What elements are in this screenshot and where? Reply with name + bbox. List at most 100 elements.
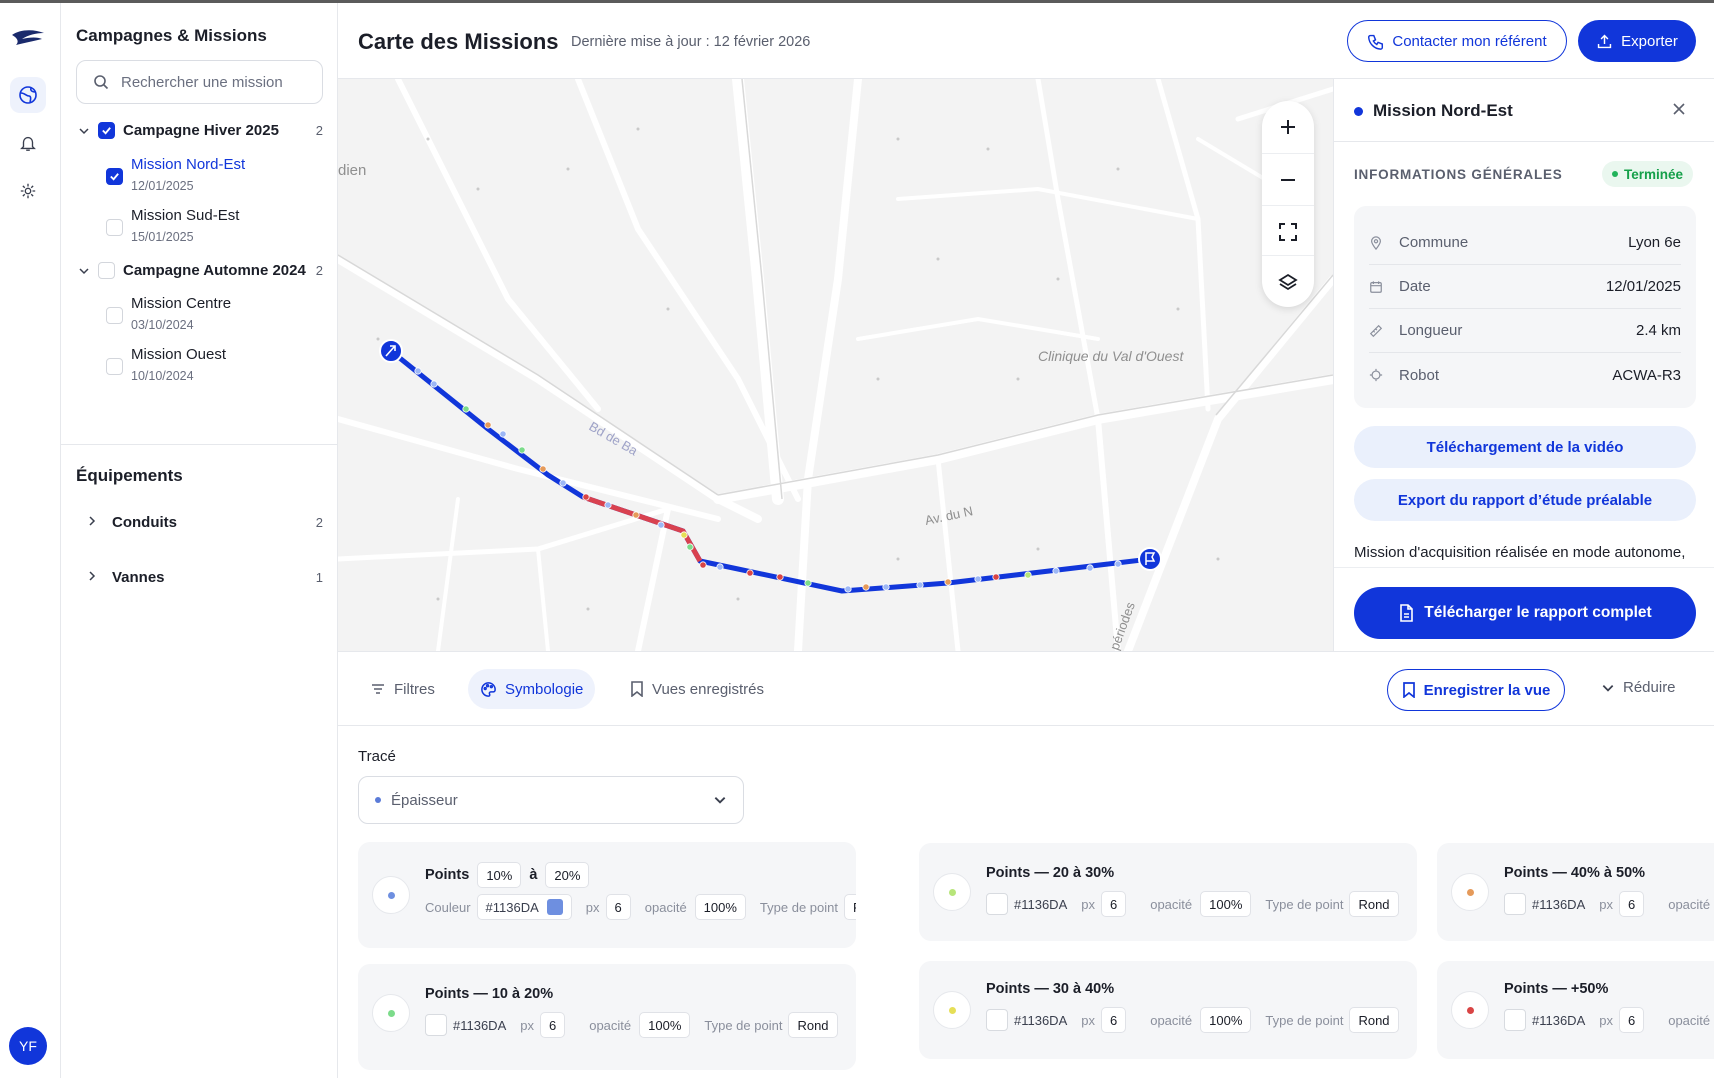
fullscreen-button[interactable] — [1262, 205, 1314, 257]
settings-nav-button[interactable] — [10, 173, 46, 209]
campaign-checkbox[interactable] — [98, 262, 115, 279]
tab-filtres[interactable]: Filtres — [358, 669, 447, 709]
px-input[interactable]: 6 — [1618, 1007, 1645, 1033]
px-input[interactable]: 6 — [605, 894, 631, 920]
download-full-report-label: Télécharger le rapport complet — [1424, 604, 1652, 621]
px-input[interactable]: 6 — [539, 1012, 566, 1038]
point-type-select[interactable]: Rond — [788, 1012, 838, 1038]
app-logo-icon[interactable] — [10, 25, 46, 51]
mission-item[interactable]: Mission Centre 03/10/2024 — [106, 295, 231, 332]
symbol-card: Points — 40% à 50% #1136DA px 6 opacité — [1437, 843, 1714, 941]
mission-checkbox[interactable] — [106, 168, 123, 185]
color-swatch[interactable] — [986, 893, 1008, 915]
opacity-input[interactable]: 100% — [1200, 891, 1252, 917]
notifications-nav-button[interactable] — [10, 125, 46, 161]
filter-icon — [372, 684, 384, 694]
zoom-out-button[interactable] — [1262, 153, 1314, 205]
equipment-count: 1 — [315, 570, 323, 585]
point-type-select[interactable]: Rond — [1349, 891, 1399, 917]
map-label: dien — [338, 162, 366, 179]
info-row-robot: Robot ACWA-R3 — [1369, 353, 1681, 397]
trace-label: Tracé — [358, 748, 396, 765]
campaign-checkbox[interactable] — [98, 122, 115, 139]
map-canvas[interactable]: dien Clinique du Val d'Ouest Av. du N Bd… — [338, 79, 1333, 651]
campaign-name: Campagne Hiver 2025 — [123, 122, 279, 139]
fullscreen-icon — [1279, 222, 1297, 241]
color-swatch[interactable] — [986, 1009, 1008, 1031]
color-swatch[interactable] — [1504, 1009, 1526, 1031]
equipment-item-conduits[interactable]: Conduits 2 — [86, 514, 323, 531]
symbol-card-fields: #1136DA px 6 opacité — [1504, 891, 1710, 917]
point-preview — [372, 876, 410, 914]
color-input[interactable]: #1136DA — [476, 894, 572, 920]
px-input[interactable]: 6 — [1100, 891, 1127, 917]
px-input[interactable]: 6 — [1100, 1007, 1127, 1033]
opacity-input[interactable]: 100% — [1200, 1007, 1252, 1033]
info-row-date: Date 12/01/2025 — [1369, 265, 1681, 309]
track-end-marker[interactable] — [1138, 547, 1162, 571]
px-input[interactable]: 6 — [1618, 891, 1645, 917]
bookmark-icon — [1402, 682, 1415, 698]
symbol-card-fields: #1136DA px 6 opacité 100% Type de point … — [986, 1007, 1399, 1033]
symbol-card-fields: Couleur #1136DA px 6 opacité 100% Type d… — [425, 894, 856, 920]
chevron-down-icon[interactable] — [76, 125, 92, 137]
chevron-down-icon — [714, 797, 726, 804]
mission-item[interactable]: Mission Sud-Est 15/01/2025 — [106, 207, 239, 244]
point-type-select[interactable]: Rond — [1349, 1007, 1399, 1033]
nav-rail: YF — [0, 3, 61, 1078]
point-preview — [1451, 873, 1489, 911]
zoom-in-button[interactable] — [1262, 101, 1314, 153]
equipment-item-vannes[interactable]: Vannes 1 — [86, 569, 323, 586]
mission-name: Mission Nord-Est — [131, 156, 246, 173]
video-download-button[interactable]: Téléchargement de la vidéo — [1354, 426, 1696, 468]
contact-referent-button[interactable]: Contacter mon référent — [1347, 20, 1567, 62]
mission-checkbox[interactable] — [106, 358, 123, 375]
symbol-card-title: Points — 20 à 30% — [986, 865, 1115, 881]
phone-icon — [1368, 34, 1384, 50]
color-swatch[interactable] — [1504, 893, 1526, 915]
symbol-card: Points — 10 à 20% #1136DA px 6 opacité 1… — [358, 964, 856, 1070]
palette-icon — [481, 681, 496, 697]
trace-style-select[interactable]: Épaisseur — [358, 776, 744, 824]
symbol-card: Points — 30 à 40% #1136DA px 6 opacité 1… — [919, 961, 1417, 1059]
map-nav-button[interactable] — [10, 77, 46, 113]
tab-vues-enregistrees[interactable]: Vues enregistrés — [618, 669, 776, 709]
chevron-down-icon[interactable] — [76, 265, 92, 277]
campaign-hiver-2025[interactable]: Campagne Hiver 2025 2 — [76, 122, 323, 139]
opacity-input[interactable]: 100% — [694, 894, 746, 920]
range-from-input[interactable]: 10% — [477, 862, 522, 888]
prior-report-export-button[interactable]: Export du rapport d’étude préalable — [1354, 479, 1696, 521]
track-start-marker[interactable] — [379, 339, 403, 363]
range-to-input[interactable]: 20% — [545, 862, 590, 888]
close-icon[interactable] — [1671, 101, 1687, 117]
mission-checkbox[interactable] — [106, 219, 123, 236]
detail-title-text: Mission Nord-Est — [1373, 101, 1513, 120]
download-full-report-button[interactable]: Télécharger le rapport complet — [1354, 587, 1696, 639]
campaign-automne-2024[interactable]: Campagne Automne 2024 2 — [76, 262, 323, 279]
tab-symbologie[interactable]: Symbologie — [468, 669, 596, 709]
layers-button[interactable] — [1262, 255, 1314, 307]
campaign-count: 2 — [315, 263, 323, 278]
symbol-card: Points — +50% #1136DA px 6 opacité — [1437, 961, 1714, 1059]
mission-date: 03/10/2024 — [131, 318, 194, 332]
color-swatch[interactable] — [425, 1014, 447, 1036]
document-icon — [1400, 604, 1414, 622]
mission-date: 12/01/2025 — [131, 179, 194, 193]
globe-icon — [19, 86, 37, 104]
point-type-select[interactable]: Rond — [843, 894, 856, 920]
mission-map[interactable]: dien Clinique du Val d'Ouest Av. du N Bd… — [338, 79, 1333, 651]
mission-dot-icon — [1354, 106, 1363, 116]
mission-item[interactable]: Mission Nord-Est 12/01/2025 — [106, 156, 245, 193]
avatar[interactable]: YF — [9, 1027, 47, 1065]
save-view-button[interactable]: Enregistrer la vue — [1387, 669, 1565, 711]
export-button[interactable]: Exporter — [1578, 20, 1696, 62]
search-input[interactable]: Rechercher une mission — [76, 60, 323, 104]
reduce-button[interactable]: Réduire — [1601, 679, 1676, 696]
plus-icon — [1281, 120, 1295, 134]
robot-icon — [1369, 368, 1385, 382]
mission-item[interactable]: Mission Ouest 10/10/2024 — [106, 346, 226, 383]
mission-checkbox[interactable] — [106, 307, 123, 324]
chevron-right-icon — [86, 514, 100, 531]
opacity-input[interactable]: 100% — [639, 1012, 691, 1038]
mission-name: Mission Sud-Est — [131, 207, 240, 224]
